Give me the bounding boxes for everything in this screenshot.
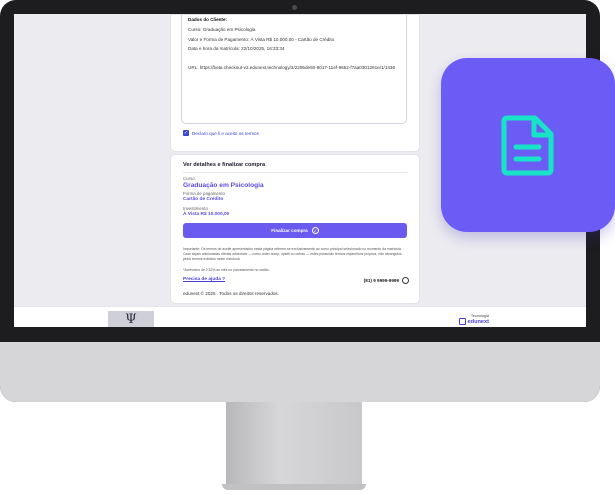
installment-note: *Acréscimo de 2,52% ao mês no parcelamen… [183, 268, 270, 272]
course-label: Curso [183, 176, 195, 181]
payment-value: Cartão de Crédito [183, 197, 224, 202]
summary-title: Ver detalhes e finalizar compra [183, 162, 266, 168]
help-link[interactable]: Precisa de ajuda ? [183, 277, 225, 282]
investment-value: À Vista R$ 10.000,00 [183, 212, 230, 217]
finalize-button-label: Finalizar compra [271, 228, 308, 233]
check-icon[interactable]: ✓ [183, 130, 189, 136]
document-icon [501, 115, 554, 176]
monitor-chin [0, 342, 600, 402]
footer-tech: Tecnologia edunext [458, 314, 489, 325]
course-value: Graduação em Psicologia [183, 182, 264, 189]
monitor-stand-base [222, 484, 366, 490]
accept-terms-label: Declaro que li e aceito os termos [192, 130, 259, 136]
terms-url-line: URL: https://beta.checkout-v2.edunext.te… [188, 65, 396, 70]
monitor-stand [226, 402, 362, 484]
terms-card: Dados do Cliente: Curso: Graduação em Ps… [170, 14, 420, 152]
footer: Ψ Tecnologia edunext [14, 306, 586, 327]
disclaimer-text: Importante: Os termos de aceite apresent… [183, 247, 402, 261]
summary-divider [183, 172, 407, 173]
phone-contact[interactable]: (81) 9 9999-9999 [364, 277, 409, 284]
summary-card: Ver detalhes e finalizar compra Curso Gr… [170, 154, 420, 304]
edunext-brand-text: edunext [467, 318, 489, 325]
terms-heading: Dados do Cliente: [188, 17, 228, 22]
finalize-purchase-button[interactable]: Finalizar compra ✓ [183, 223, 407, 238]
accept-terms-row[interactable]: ✓ Declaro que li e aceito os termos [183, 130, 259, 136]
terms-payment-line: Valor e Forma de Pagamento: À Vista R$ 1… [188, 37, 335, 42]
terms-datetime-line: Data e hora da matrícula: 22/10/2025, 16… [188, 46, 285, 51]
edunext-logo-icon [458, 318, 466, 325]
whatsapp-icon [402, 277, 409, 284]
terms-scroll-box[interactable]: Dados do Cliente: Curso: Graduação em Ps… [181, 15, 407, 124]
copyright-text: edunext © 2025 . Todos os direitos reser… [183, 291, 279, 296]
institution-logo: Ψ [108, 311, 154, 327]
payment-label: Forma de pagamento [183, 191, 225, 196]
check-circle-icon: ✓ [311, 227, 319, 234]
document-badge [441, 58, 615, 232]
phone-number: (81) 9 9999-9999 [363, 278, 399, 283]
webcam [292, 5, 297, 10]
terms-course-line: Curso: Graduação em Psicologia [188, 27, 256, 32]
investment-label: Investimento [183, 206, 208, 211]
edunext-logo[interactable]: edunext [458, 318, 489, 325]
